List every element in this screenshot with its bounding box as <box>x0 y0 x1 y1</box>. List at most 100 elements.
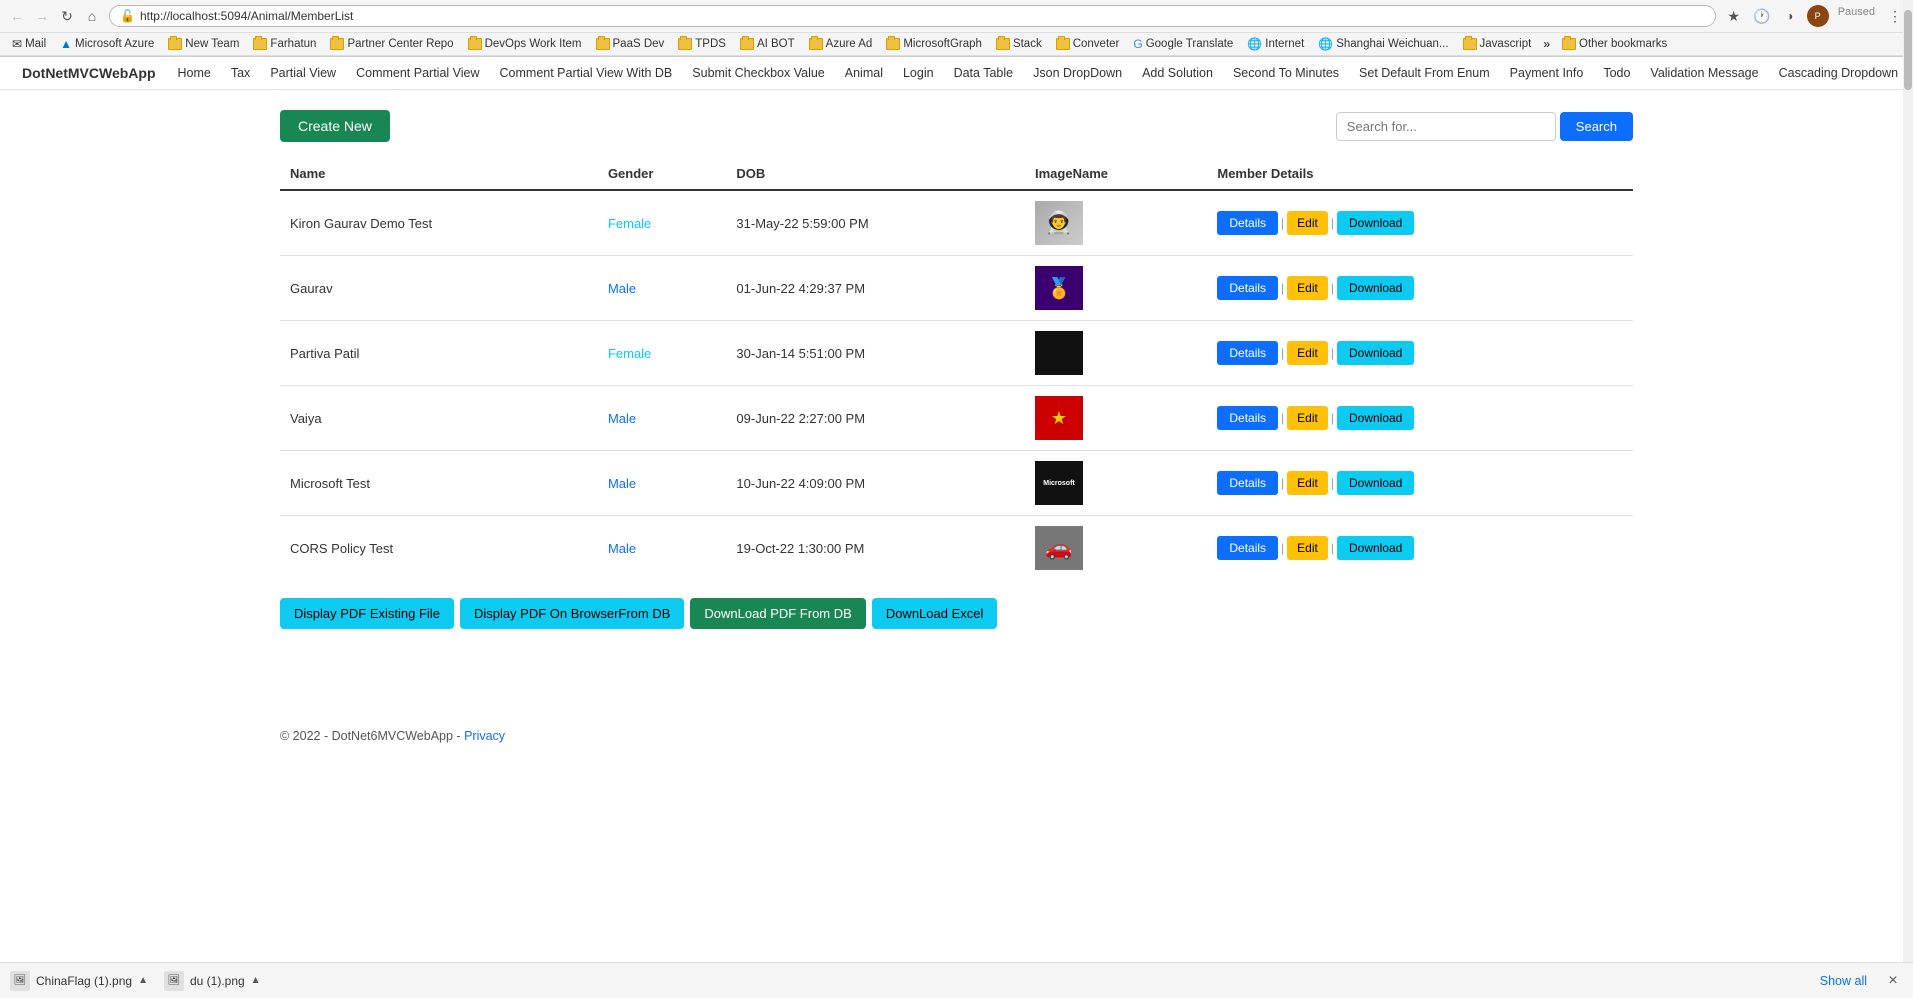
bookmark-paas[interactable]: PaaS Dev <box>590 36 671 52</box>
nav-item-login[interactable]: Login <box>893 58 944 88</box>
bookmark-azure[interactable]: ▲ Microsoft Azure <box>54 35 160 53</box>
bookmark-msgraph[interactable]: MicrosoftGraph <box>880 36 988 52</box>
create-new-button[interactable]: Create New <box>280 110 390 142</box>
show-all-button[interactable]: Show all <box>1812 970 1875 992</box>
cell-dob: 30-Jan-14 5:51:00 PM <box>726 321 1025 386</box>
nav-item-tax[interactable]: Tax <box>221 58 260 88</box>
nav-item-add-solution[interactable]: Add Solution <box>1132 58 1223 88</box>
bookmark-azuread[interactable]: Azure Ad <box>803 36 879 52</box>
bookmark-javascript[interactable]: Javascript <box>1457 36 1538 52</box>
nav-item-data-table[interactable]: Data Table <box>944 58 1024 88</box>
download-item-1[interactable]: 🖼 ChinaFlag (1).png ▲ <box>10 971 148 991</box>
details-button[interactable]: Details <box>1217 471 1278 495</box>
bookmark-translate[interactable]: G Google Translate <box>1127 35 1239 53</box>
download-button[interactable]: Download <box>1337 471 1414 495</box>
bottom-actions: Display PDF Existing File Display PDF On… <box>280 598 1633 629</box>
page-scrollbar[interactable] <box>1903 0 1913 962</box>
bookmark-conveter[interactable]: Conveter <box>1050 36 1126 52</box>
download-item-2[interactable]: 🖼 du (1).png ▲ <box>164 971 261 991</box>
page-scrollbar-thumb[interactable] <box>1904 10 1912 90</box>
download-chevron-1[interactable]: ▲ <box>138 975 148 986</box>
browser-extension-button[interactable]: ◑ <box>1778 4 1802 28</box>
bookmark-partner[interactable]: Partner Center Repo <box>324 36 459 52</box>
nav-item-comment-partial[interactable]: Comment Partial View <box>346 58 489 88</box>
footer-privacy-link[interactable]: Privacy <box>464 729 505 743</box>
download-button[interactable]: Download <box>1337 211 1414 235</box>
address-bar[interactable]: 🔓 http://localhost:5094/Animal/MemberLis… <box>109 5 1716 27</box>
edit-button[interactable]: Edit <box>1287 211 1328 235</box>
nav-reload-button[interactable]: ↻ <box>56 5 78 27</box>
download-button[interactable]: Download <box>1337 341 1414 365</box>
nav-item-payment[interactable]: Payment Info <box>1500 58 1594 88</box>
browser-account-button[interactable]: P <box>1806 4 1830 28</box>
nav-item-home[interactable]: Home <box>168 58 221 88</box>
download-pdf-button[interactable]: DownLoad PDF From DB <box>690 598 865 629</box>
edit-button[interactable]: Edit <box>1287 276 1328 300</box>
bookmarks-more-button[interactable]: » <box>1539 35 1554 53</box>
bookmark-conveter-label: Conveter <box>1073 38 1120 50</box>
bookmark-azure-label: Microsoft Azure <box>75 38 154 50</box>
nav-item-set-default[interactable]: Set Default From Enum <box>1349 58 1500 88</box>
details-button[interactable]: Details <box>1217 341 1278 365</box>
cell-image: 🏅 <box>1025 256 1207 321</box>
cell-gender: Male <box>598 386 726 451</box>
nav-back-button[interactable]: ← <box>6 5 28 27</box>
display-pdf-browser-button[interactable]: Display PDF On BrowserFrom DB <box>460 598 684 629</box>
bookmark-new-team[interactable]: New Team <box>162 36 245 52</box>
bookmark-shanghai[interactable]: 🌐 Shanghai Weichuan... <box>1312 35 1454 53</box>
download-button[interactable]: Download <box>1337 536 1414 560</box>
bookmark-internet[interactable]: 🌐 Internet <box>1241 35 1310 53</box>
details-button[interactable]: Details <box>1217 211 1278 235</box>
folder-icon <box>253 38 267 50</box>
download-button[interactable]: Download <box>1337 276 1414 300</box>
nav-item-todo[interactable]: Todo <box>1593 58 1640 88</box>
bookmark-farhatun[interactable]: Farhatun <box>247 36 322 52</box>
search-button[interactable]: Search <box>1560 112 1633 141</box>
bookmark-star-button[interactable]: ★ <box>1722 4 1746 28</box>
details-button[interactable]: Details <box>1217 276 1278 300</box>
bookmarks-bar: ✉ Mail ▲ Microsoft Azure New Team Farhat… <box>0 33 1913 56</box>
nav-item-animal[interactable]: Animal <box>835 58 893 88</box>
cell-name: CORS Policy Test <box>280 516 598 581</box>
downloads-items: 🖼 ChinaFlag (1).png ▲ 🖼 du (1).png ▲ <box>10 971 261 991</box>
download-chevron-2[interactable]: ▲ <box>251 975 261 986</box>
edit-button[interactable]: Edit <box>1287 471 1328 495</box>
bookmark-tpds[interactable]: TPDS <box>672 36 732 52</box>
close-downloads-button[interactable]: × <box>1883 971 1903 991</box>
nav-item-second-to-minutes[interactable]: Second To Minutes <box>1223 58 1349 88</box>
nav-home-button[interactable]: ⌂ <box>81 5 103 27</box>
nav-forward-button[interactable]: → <box>31 5 53 27</box>
bookmark-devops[interactable]: DevOps Work Item <box>462 36 588 52</box>
nav-item-json-dropdown[interactable]: Json DropDown <box>1023 58 1132 88</box>
download-excel-button[interactable]: DownLoad Excel <box>872 598 998 629</box>
details-button[interactable]: Details <box>1217 536 1278 560</box>
nav-item-partial-view[interactable]: Partial View <box>260 58 346 88</box>
action-buttons: Details | Edit | Download <box>1217 211 1623 235</box>
bookmark-other[interactable]: Other bookmarks <box>1556 36 1673 52</box>
bookmark-farhatun-label: Farhatun <box>270 38 316 50</box>
nav-item-submit-checkbox[interactable]: Submit Checkbox Value <box>682 58 834 88</box>
nav-item-cascading[interactable]: Cascading Dropdown <box>1769 58 1909 88</box>
col-dob: DOB <box>726 158 1025 190</box>
btn-separator: | <box>1330 346 1335 360</box>
bookmark-shanghai-label: Shanghai Weichuan... <box>1336 38 1448 50</box>
bookmark-mail[interactable]: ✉ Mail <box>6 35 52 53</box>
address-lock-icon: 🔓 <box>120 9 135 23</box>
bookmark-internet-label: Internet <box>1265 38 1304 50</box>
details-button[interactable]: Details <box>1217 406 1278 430</box>
edit-button[interactable]: Edit <box>1287 341 1328 365</box>
edit-button[interactable]: Edit <box>1287 536 1328 560</box>
nav-item-validation[interactable]: Validation Message <box>1640 58 1768 88</box>
cell-actions: Details | Edit | Download <box>1207 256 1633 321</box>
bookmark-new-team-label: New Team <box>185 38 239 50</box>
display-pdf-existing-button[interactable]: Display PDF Existing File <box>280 598 454 629</box>
bookmark-aibot[interactable]: AI BOT <box>734 36 801 52</box>
browser-history-button[interactable]: 🕐 <box>1750 4 1774 28</box>
search-input[interactable] <box>1336 112 1556 141</box>
nav-item-comment-partial-db[interactable]: Comment Partial View With DB <box>490 58 683 88</box>
cell-dob: 09-Jun-22 2:27:00 PM <box>726 386 1025 451</box>
download-button[interactable]: Download <box>1337 406 1414 430</box>
bookmark-stack[interactable]: Stack <box>990 36 1048 52</box>
folder-icon <box>1056 38 1070 50</box>
edit-button[interactable]: Edit <box>1287 406 1328 430</box>
